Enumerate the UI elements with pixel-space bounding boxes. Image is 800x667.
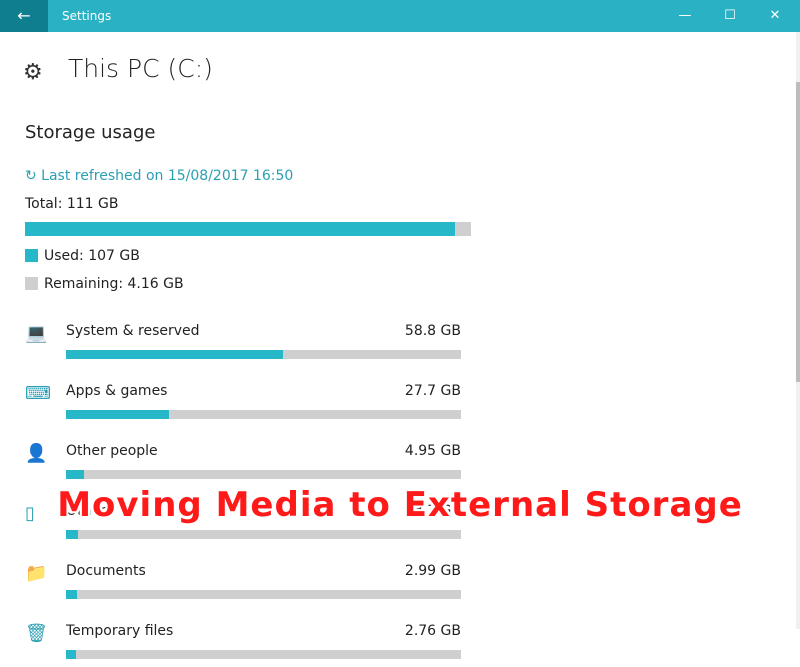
vertical-scrollbar[interactable]: [796, 32, 800, 629]
category-bar: [66, 410, 461, 419]
category-bar: [66, 530, 461, 539]
page-title: This PC (C:): [68, 54, 213, 83]
back-button[interactable]: ←: [0, 0, 48, 32]
legend-remaining: Remaining: 4.16 GB: [25, 276, 184, 292]
category-row[interactable]: 📁 Documents 2.99 GB: [25, 563, 465, 607]
category-size: 27.7 GB: [404, 383, 461, 399]
remaining-label: Remaining: 4.16 GB: [44, 276, 184, 292]
category-bar-fill: [66, 650, 77, 659]
category-bar: [66, 470, 461, 479]
category-bar-fill: [66, 590, 78, 599]
person-icon: 👤: [25, 443, 48, 464]
used-label: Used: 107 GB: [44, 248, 140, 264]
category-bar-fill: [66, 470, 84, 479]
category-bar: [66, 590, 461, 599]
category-bar-fill: [66, 410, 169, 419]
category-bar: [66, 650, 461, 659]
app-title: Settings: [62, 9, 112, 23]
total-usage-bar: [25, 222, 471, 236]
category-size: 2.76 GB: [404, 623, 461, 639]
category-bar: [66, 350, 461, 359]
category-row[interactable]: ⌨ Apps & games 27.7 GB: [25, 383, 465, 427]
scrollbar-thumb[interactable]: [796, 82, 800, 382]
category-size: 58.8 GB: [404, 323, 461, 339]
remaining-swatch: [25, 277, 38, 290]
used-fill: [25, 222, 455, 236]
category-bar-fill: [66, 530, 78, 539]
category-row[interactable]: 💻 System & reserved 58.8 GB: [25, 323, 465, 367]
category-name: System & reserved: [66, 323, 200, 339]
category-name: Temporary files: [66, 623, 174, 639]
category-bar-fill: [66, 350, 284, 359]
category-name: Other people: [66, 443, 158, 459]
category-size: 2.99 GB: [404, 563, 461, 579]
laptop-icon: 💻: [25, 323, 48, 344]
total-label: Total: 111 GB: [25, 196, 119, 212]
category-row[interactable]: 👤 Other people 4.95 GB: [25, 443, 465, 487]
keyboard-icon: ⌨: [25, 383, 51, 404]
gear-icon: ⚙: [23, 60, 43, 85]
close-button[interactable]: ✕: [752, 0, 798, 32]
refresh-link[interactable]: ↻ Last refreshed on 15/08/2017 16:50: [25, 168, 293, 184]
overlay-caption: Moving Media to External Storage: [57, 485, 743, 525]
title-bar: ← Settings — ☐ ✕: [0, 0, 800, 32]
used-swatch: [25, 249, 38, 262]
minimize-button[interactable]: —: [662, 0, 708, 32]
category-name: Documents: [66, 563, 146, 579]
maximize-button[interactable]: ☐: [707, 0, 753, 32]
legend-used: Used: 107 GB: [25, 248, 140, 264]
folder-icon: 📁: [25, 563, 48, 584]
category-row[interactable]: 🗑 Temporary files 2.76 GB: [25, 623, 465, 667]
trash-icon: 🗑: [25, 623, 48, 644]
category-name: Apps & games: [66, 383, 168, 399]
storage-usage-heading: Storage usage: [25, 122, 156, 143]
category-size: 4.95 GB: [404, 443, 461, 459]
